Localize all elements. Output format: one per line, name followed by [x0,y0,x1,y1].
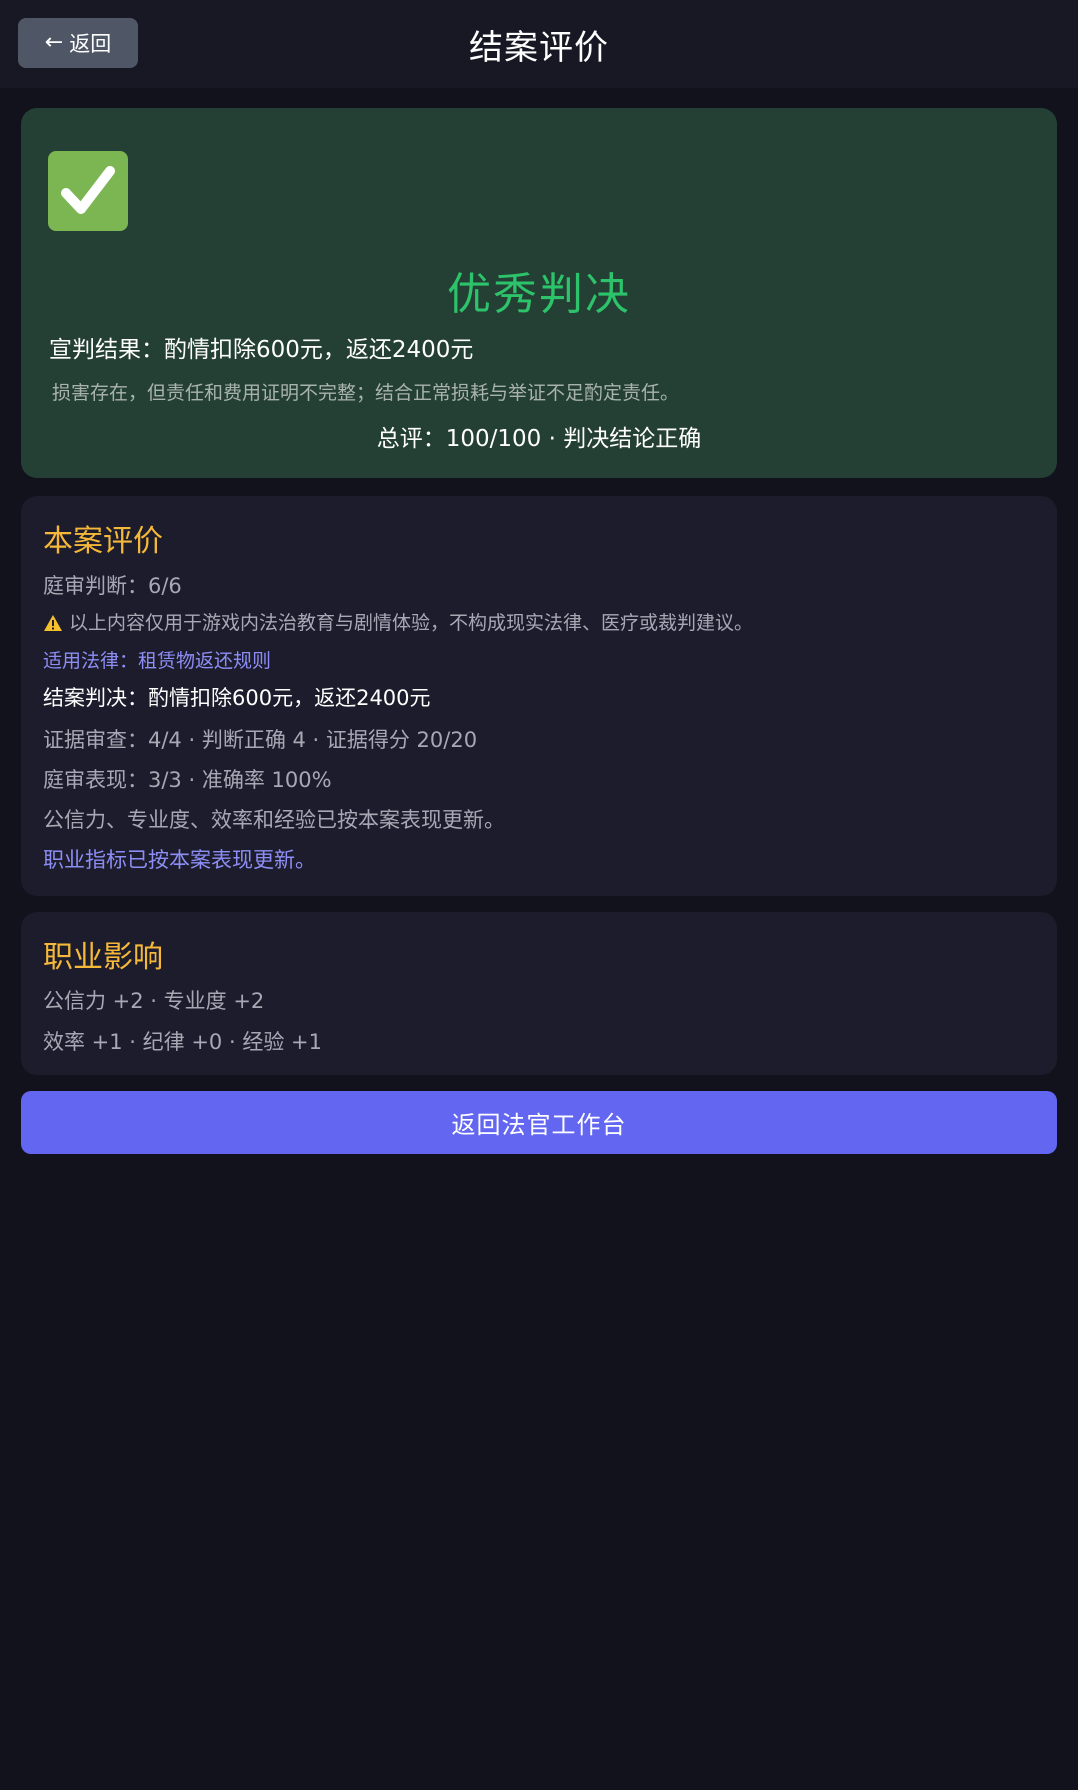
return-to-workbench-button[interactable]: 返回法官工作台 [21,1091,1057,1154]
evaluation-card: 本案评价 庭审判断：6/6 以上内容仅用于游戏内法治教育与剧情体验，不构成现实法… [21,496,1057,896]
verdict-reason: 损害存在，但责任和费用证明不完整；结合正常损耗与举证不足酌定责任。 [52,382,680,404]
verdict-title: 优秀判决 [447,269,631,320]
trial-judgement: 庭审判断：6/6 [43,574,182,598]
check-icon [48,151,128,231]
top-bar: ← 返回 结案评价 [0,0,1078,88]
final-ruling: 结案判决：酌情扣除600元，返还2400元 [43,686,431,710]
evidence-review: 证据审查：4/4 · 判断正确 4 · 证据得分 20/20 [43,728,478,752]
page-title: 结案评价 [469,27,609,68]
stats-updated-note: 公信力、专业度、效率和经验已按本案表现更新。 [43,808,505,832]
verdict-announcement: 宣判结果：酌情扣除600元，返还2400元 [49,337,474,363]
back-button[interactable]: ← 返回 [18,18,138,68]
metrics-updated-note: 职业指标已按本案表现更新。 [43,848,316,872]
back-arrow-icon: ← [44,30,64,55]
evaluation-title: 本案评价 [43,524,163,559]
disclaimer: 以上内容仅用于游戏内法治教育与剧情体验，不构成现实法律、医疗或裁判建议。 [43,608,753,637]
trial-performance: 庭审表现：3/3 · 准确率 100% [43,768,332,792]
applicable-law-link[interactable]: 适用法律：租赁物返还规则 [43,646,271,673]
verdict-card: 优秀判决 宣判结果：酌情扣除600元，返还2400元 损害存在，但责任和费用证明… [21,108,1057,478]
verdict-score: 总评：100/100 · 判决结论正确 [376,426,702,452]
career-line-2: 效率 +1 · 纪律 +0 · 经验 +1 [43,1030,322,1054]
back-button-label: 返回 [69,32,112,56]
warning-icon [43,614,63,637]
career-impact-card: 职业影响 公信力 +2 · 专业度 +2 效率 +1 · 纪律 +0 · 经验 … [21,912,1057,1075]
career-title: 职业影响 [43,940,163,975]
disclaimer-text: 以上内容仅用于游戏内法治教育与剧情体验，不构成现实法律、医疗或裁判建议。 [69,612,754,634]
career-line-1: 公信力 +2 · 专业度 +2 [43,989,265,1013]
